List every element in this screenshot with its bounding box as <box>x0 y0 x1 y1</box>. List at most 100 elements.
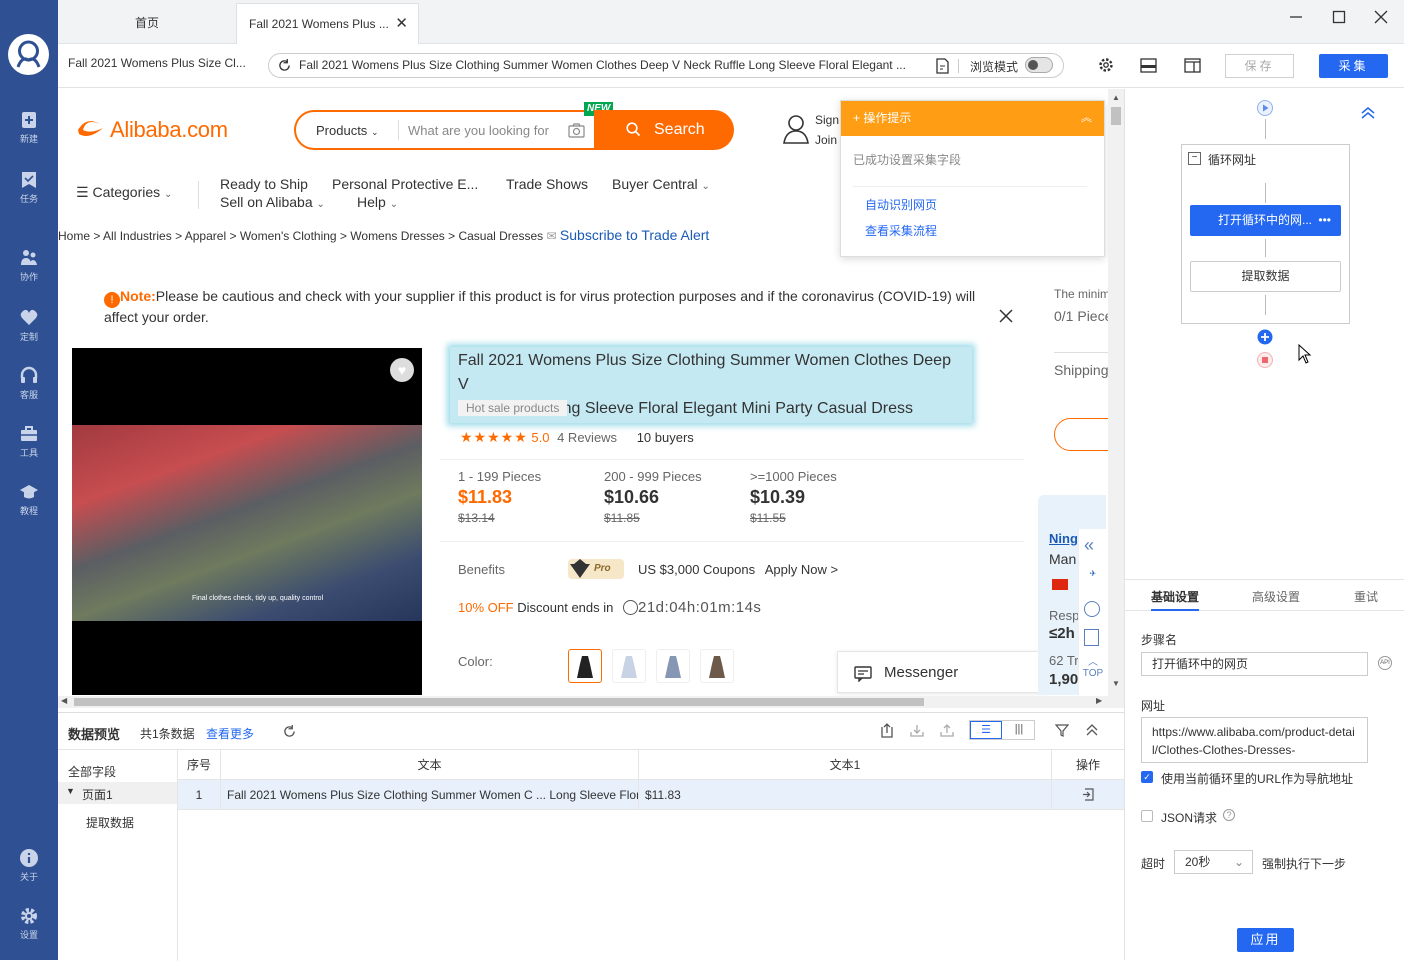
back-to-top-button[interactable]: ︿ TOP <box>1080 657 1106 679</box>
tab-home[interactable]: 首页 <box>58 3 236 44</box>
refresh-icon[interactable] <box>278 59 291 72</box>
breadcrumb-casual-dresses[interactable]: Casual Dresses <box>458 229 543 243</box>
step-name-input[interactable]: 打开循环中的网页 <box>1141 652 1368 676</box>
stop-icon[interactable] <box>1256 351 1274 369</box>
start-play-icon[interactable] <box>1256 99 1274 117</box>
close-note-icon[interactable] <box>999 309 1013 323</box>
collapse-up-icon[interactable]: ︽ <box>1081 101 1092 136</box>
collapse-up-icon[interactable] <box>1086 724 1098 736</box>
nav-ready-to-ship[interactable]: Ready to Ship <box>220 176 308 192</box>
tab-retry[interactable]: 重试 <box>1354 588 1378 605</box>
collect-button[interactable]: 采集 <box>1319 54 1388 78</box>
upload-icon[interactable] <box>940 724 954 737</box>
column-header-text[interactable]: 文本 <box>221 750 639 780</box>
use-loop-url-checkbox[interactable]: ✓ <box>1141 771 1153 783</box>
row-action-icon[interactable] <box>1082 788 1094 801</box>
column-header-text1[interactable]: 文本1 <box>639 750 1052 780</box>
user-icon[interactable] <box>782 114 810 144</box>
horizontal-scrollbar[interactable]: ◀ ▶ <box>58 696 1108 708</box>
alibaba-logo[interactable]: Alibaba.com <box>74 116 228 143</box>
product-video[interactable]: Final clothes check, tidy up, quality co… <box>72 348 422 695</box>
document-edit-icon[interactable] <box>936 58 950 74</box>
cell-text[interactable]: Fall 2021 Womens Plus Size Clothing Summ… <box>221 780 639 810</box>
caret-down-icon[interactable]: ▼ <box>66 786 75 796</box>
add-step-icon[interactable] <box>1256 328 1274 346</box>
panel-right-icon[interactable] <box>1184 58 1201 73</box>
nav-buyer-central[interactable]: Buyer Central ⌄ <box>612 176 710 192</box>
minimize-button[interactable] <box>1284 8 1308 32</box>
tab-basic-settings[interactable]: 基础设置 <box>1151 588 1199 605</box>
open-loop-page-step[interactable]: 打开循环中的网... ••• <box>1190 205 1341 236</box>
download-icon[interactable] <box>910 724 924 737</box>
maximize-button[interactable] <box>1327 8 1351 32</box>
scroll-right-arrow[interactable]: ▶ <box>1096 696 1102 705</box>
settings-gear-icon[interactable] <box>1098 57 1114 73</box>
breadcrumb-home[interactable]: Home <box>58 229 90 243</box>
apply-now-link[interactable]: Apply Now > <box>765 562 838 577</box>
search-button[interactable]: Search <box>594 110 734 150</box>
supplier-name[interactable]: Ning <box>1049 531 1078 546</box>
sidebar-item-service[interactable]: 客服 <box>0 364 58 414</box>
nav-help[interactable]: Help ⌄ <box>357 194 398 210</box>
color-swatch-blue[interactable] <box>656 649 690 683</box>
sidebar-item-about[interactable]: 关于 <box>0 846 58 896</box>
breadcrumb-womens-clothing[interactable]: Women's Clothing <box>240 229 337 243</box>
view-flow-link[interactable]: 查看采集流程 <box>865 222 937 239</box>
help-icon[interactable]: ? <box>1223 809 1235 821</box>
close-window-button[interactable] <box>1369 8 1393 32</box>
search-input[interactable]: What are you looking for <box>408 123 549 138</box>
sidebar-item-settings[interactable]: 设置 <box>0 904 58 954</box>
list-view-icon[interactable]: ☰ <box>970 721 1002 739</box>
search-scope-select[interactable]: Products ⌄ <box>316 123 378 138</box>
collapse-box-icon[interactable]: − <box>1188 152 1201 165</box>
vertical-scrollbar[interactable]: ▲ ▼ <box>1108 89 1124 708</box>
sidebar-item-tutorial[interactable]: 教程 <box>0 480 58 530</box>
scroll-left-arrow[interactable]: ◀ <box>61 696 67 705</box>
sidebar-item-new[interactable]: 新建 <box>0 108 58 158</box>
categories-menu[interactable]: ☰ Categories ⌄ <box>76 184 172 201</box>
scroll-thumb[interactable] <box>1111 107 1121 125</box>
nav-personal-protective[interactable]: Personal Protective E... <box>332 176 478 192</box>
auto-detect-link[interactable]: 自动识别网页 <box>865 196 937 213</box>
sidebar-item-tools[interactable]: 工具 <box>0 422 58 472</box>
apply-button[interactable]: 应用 <box>1237 928 1294 952</box>
sidebar-item-custom[interactable]: 定制 <box>0 306 58 356</box>
scroll-down-arrow[interactable]: ▼ <box>1112 679 1120 688</box>
extract-data-step[interactable]: 提取数据 <box>1190 261 1341 292</box>
column-view-icon[interactable]: ||| <box>1003 721 1035 739</box>
sidebar-item-tasks[interactable]: 任务 <box>0 168 58 218</box>
tab-advanced-settings[interactable]: 高级设置 <box>1252 588 1300 605</box>
timeout-select[interactable]: 20秒 ⌄ <box>1174 850 1253 874</box>
api-icon[interactable]: API <box>1378 656 1392 670</box>
tab-product-page[interactable]: Fall 2021 Womens Plus ... ✕ <box>236 3 419 44</box>
json-request-checkbox[interactable] <box>1141 810 1153 822</box>
scroll-up-arrow[interactable]: ▲ <box>1112 93 1120 102</box>
feedback-icon[interactable] <box>1084 629 1099 646</box>
subscribe-link[interactable]: Subscribe to Trade Alert <box>560 227 709 243</box>
browse-mode-toggle[interactable] <box>1025 57 1053 73</box>
column-header-index[interactable]: 序号 <box>178 750 221 780</box>
refresh-icon[interactable] <box>283 725 296 738</box>
all-fields-item[interactable]: 全部字段 <box>68 763 116 780</box>
join-link[interactable]: Join <box>815 133 837 147</box>
color-swatch-white[interactable] <box>612 649 646 683</box>
nav-trade-shows[interactable]: Trade Shows <box>506 176 588 192</box>
cell-text1[interactable]: $11.83 <box>639 780 1052 810</box>
color-swatch-black[interactable] <box>568 649 602 683</box>
nav-sell-on-alibaba[interactable]: Sell on Alibaba ⌄ <box>220 194 325 210</box>
messenger-button[interactable]: Messenger <box>837 651 1047 693</box>
camera-icon[interactable] <box>568 123 585 138</box>
collapse-up-icon[interactable] <box>1361 107 1375 119</box>
reviews-link[interactable]: 4 Reviews <box>557 430 617 445</box>
breadcrumb-all-industries[interactable]: All Industries <box>103 229 172 243</box>
tab-close-icon[interactable]: ✕ <box>395 4 408 44</box>
collapse-left-icon[interactable]: « <box>1084 535 1094 556</box>
table-row[interactable]: 1 Fall 2021 Womens Plus Size Clothing Su… <box>178 780 1124 810</box>
panel-bottom-icon[interactable] <box>1140 58 1157 73</box>
url-textarea[interactable]: https://www.alibaba.com/product-detail/C… <box>1141 717 1368 763</box>
loop-block[interactable]: − 循环网址 打开循环中的网... ••• 提取数据 <box>1181 144 1350 324</box>
scroll-thumb[interactable] <box>74 698 924 706</box>
export-icon[interactable] <box>880 723 894 738</box>
view-more-link[interactable]: 查看更多 <box>206 725 254 742</box>
breadcrumb-apparel[interactable]: Apparel <box>185 229 226 243</box>
